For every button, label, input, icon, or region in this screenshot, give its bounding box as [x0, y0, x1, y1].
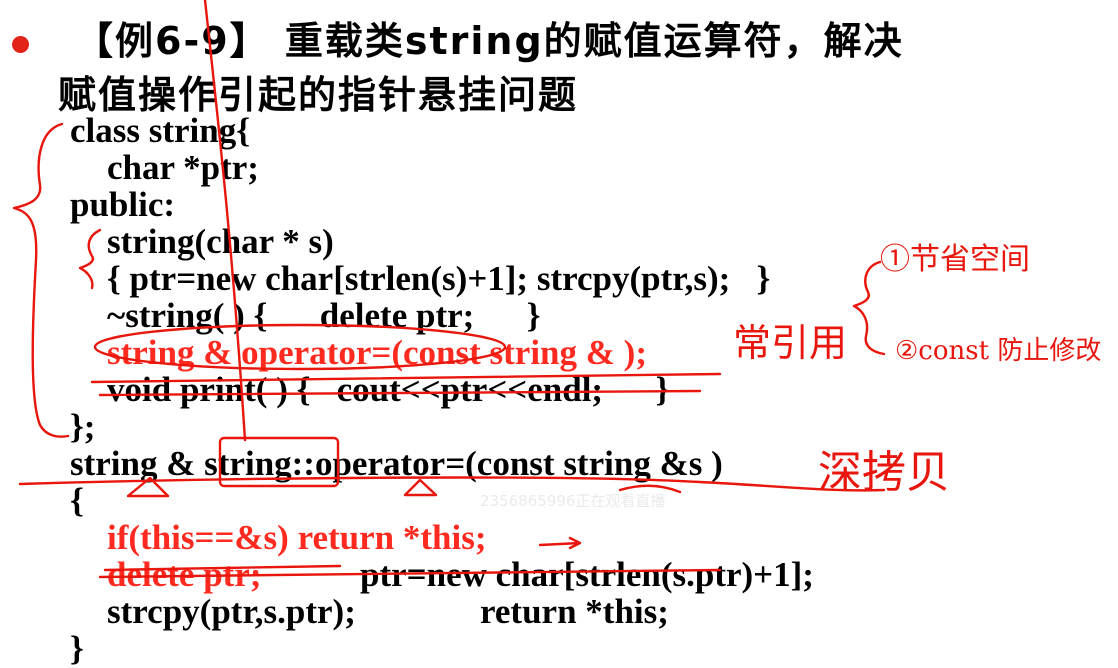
- ink-arrow-mid: [403, 478, 438, 497]
- note-save-space: ①节省空间: [880, 242, 1030, 277]
- ink-inner-brace: [78, 228, 102, 290]
- ink-strike-print: [98, 389, 702, 397]
- ink-circle-operator: [93, 323, 507, 371]
- ink-arrow-right: [618, 484, 682, 494]
- slide: 【例6-9】 重载类string的赋值运算符，解决 赋值操作引起的指针悬挂问题 …: [0, 0, 1118, 667]
- note-const-reference: 常引用: [733, 321, 848, 365]
- note-const-protect: ②const 防止修改: [895, 336, 1102, 366]
- ink-vertical-stroke: [203, 0, 247, 442]
- ink-outer-brace: [12, 122, 70, 438]
- ink-underline-operator: [90, 372, 722, 384]
- ink-small-arrow: [538, 536, 582, 550]
- note-deep-copy: 深拷贝: [818, 447, 950, 498]
- ink-strike-delete: [98, 568, 722, 579]
- ink-underline-selfcheck: [103, 564, 342, 572]
